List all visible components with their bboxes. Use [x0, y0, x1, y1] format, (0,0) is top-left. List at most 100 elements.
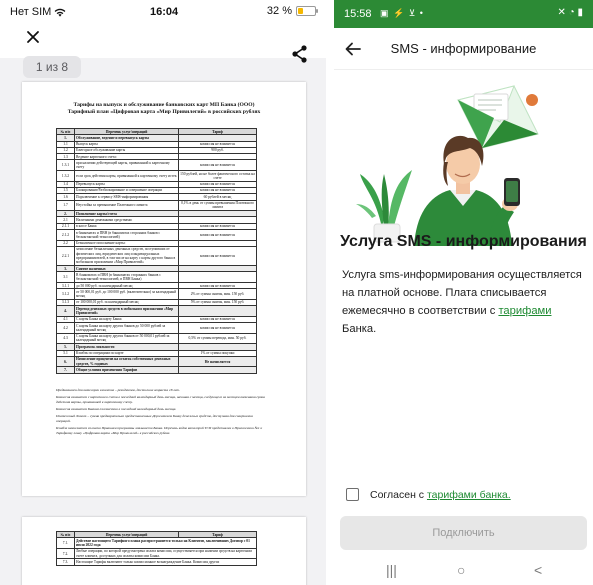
document-title: Тарифы на выпуск и обслуживание банковск…	[22, 102, 306, 116]
row-service-cell: если срок действия карты, привязанной к …	[74, 170, 179, 182]
android-navigation-bar: ||| ○ <	[334, 557, 593, 585]
carrier-label: Нет SIM	[10, 6, 52, 18]
row-service-cell: при наличии действующей карты, привязанн…	[74, 159, 179, 172]
table-section-row: 7. Общие условия применения Тарифов	[56, 366, 257, 374]
table-row: 1.3.2 если срок действия карты, привязанн…	[56, 170, 257, 182]
footnote: Кэшбэк начисляется согласно Правилам про…	[56, 426, 263, 435]
consent-row: Согласен с тарифами банка.	[346, 488, 511, 501]
row-number-cell: 2.1.2	[56, 229, 75, 241]
table-row: 7.3. Настоящие Тарифы включают только ком…	[56, 558, 257, 566]
row-service-cell: С карты Банка на карту других банков до …	[74, 322, 179, 334]
battery-fill	[298, 8, 304, 14]
table-row: 1.3.1 при наличии действующей карты, прив…	[56, 159, 257, 172]
table-row: 7.2. Любые операции, по которой предусмот…	[56, 547, 257, 560]
consent-label: Согласен с тарифами банка.	[370, 489, 511, 501]
row-number-cell: 6.	[56, 355, 75, 368]
row-tariff-cell: Не начисляется	[178, 355, 257, 368]
consent-prefix: Согласен с	[370, 488, 427, 501]
row-tariff-cell: 150 рублей, но не более фактического ост…	[178, 170, 257, 182]
row-number-cell: 4.3	[56, 332, 75, 345]
pdf-page-1[interactable]: Тарифы на выпуск и обслуживание банковск…	[22, 82, 306, 496]
row-service-cell: Неустойка за превышение Платежного лимит…	[74, 199, 179, 212]
row-number-cell: 1.7	[56, 199, 75, 212]
row-number-cell: 7.1.	[56, 537, 75, 549]
bank-tariffs-link[interactable]: тарифами банка.	[427, 489, 511, 501]
screen-title: SMS - информирование	[390, 41, 537, 56]
row-number-cell: 4.	[56, 305, 75, 317]
row-service-cell: Любые операции, по которой предусмотрена…	[74, 547, 257, 560]
table-row: 1.7 Неустойка за превышение Платежного ли…	[56, 199, 257, 212]
row-tariff-cell: комиссия не взимается	[178, 229, 257, 241]
row-service-cell: С карты Банка на карту других банков от …	[74, 332, 179, 345]
row-service-cell: Начисление процентов на остаток собствен…	[74, 355, 179, 368]
pdf-page-2[interactable]: № п/п Перечень услуг/операций Тариф 7.1.…	[22, 517, 306, 585]
consent-checkbox[interactable]	[346, 488, 359, 501]
row-number-cell: 2.2.1	[56, 245, 75, 267]
share-icon[interactable]	[290, 44, 310, 64]
row-number-cell: 1.3.1	[56, 159, 75, 172]
table-section-row: 4. Перевод денежных средств в мобильном п…	[56, 305, 257, 317]
footnotes: Предназначен для категории клиентов – ре…	[56, 388, 266, 435]
row-tariff-cell	[178, 366, 257, 374]
wifi-icon	[54, 8, 66, 17]
footnote: Платежный Лимит – сумма предварительно п…	[56, 414, 253, 423]
close-icon[interactable]	[24, 28, 42, 46]
document-title-line1: Тарифы на выпуск и обслуживание банковск…	[73, 102, 255, 108]
row-service-cell: Общие условия применения Тарифов	[74, 366, 179, 374]
document-title-line2: Тарифный план «Цифровая карта «Мир Приви…	[67, 109, 261, 115]
app-bar: SMS - информирование	[334, 28, 593, 70]
row-service-cell: В банкоматах и ПВН (в банкоматах сторонн…	[74, 271, 179, 283]
row-service-cell: в банкоматах и ПВН (в банкоматах сторонн…	[74, 229, 179, 241]
footnote: Комиссия взимается с карточного счета в …	[56, 395, 265, 404]
tariffs-link[interactable]: тарифами	[498, 305, 551, 317]
page-counter: 1 из 8	[23, 56, 81, 78]
row-tariff-cell: комиссия не взимается	[178, 159, 257, 172]
table-section-row: 6. Начисление процентов на остаток собств…	[56, 355, 257, 368]
person-with-phone-and-envelope-illustration	[356, 85, 539, 246]
row-service-cell: Перевод денежных средств в мобильном при…	[74, 305, 179, 317]
table-row: 7.1. Действие настоящего Тарифного плана …	[56, 537, 257, 549]
notification-icons: ▣ ⚡ ⊻ •	[380, 8, 424, 18]
row-number-cell: 7.2.	[56, 547, 75, 560]
row-tariff-cell	[178, 305, 257, 317]
system-status-icons: ✕ ◔ ▮	[557, 7, 583, 18]
row-service-cell: от 50 000,01 руб. до 100 000 руб. (включ…	[74, 288, 179, 300]
row-tariff-cell: 0,5% от суммы перевода, мин. 50 руб.	[178, 332, 257, 345]
footnote: Комиссия взимается Банком ежемесячно в п…	[56, 406, 177, 411]
row-tariff-cell	[178, 271, 257, 283]
table-row: 3.1 В банкоматах и ПВН (в банкоматах стор…	[56, 271, 257, 283]
home-icon[interactable]: ○	[457, 562, 465, 578]
table-row: 2.2.1 зачисление безналичных денежных сре…	[56, 245, 257, 267]
row-tariff-cell: комиссия не взимается	[178, 245, 257, 267]
row-number-cell: 7.3.	[56, 558, 75, 566]
carrier-info: Нет SIM	[10, 6, 66, 18]
row-number-cell: 3.1.2	[56, 288, 75, 300]
service-title: Услуга SMS - информирования	[340, 233, 587, 250]
row-tariff-cell: комиссия не взимается	[178, 322, 257, 334]
row-service-cell: Действие настоящего Тарифного плана расп…	[74, 537, 257, 549]
table-row: 4.3 С карты Банка на карту других банков …	[56, 332, 257, 345]
pdf-toolbar	[0, 24, 326, 63]
battery-indicator: 32 %	[266, 5, 318, 17]
description-text-end: Банка.	[342, 323, 377, 335]
recent-apps-icon[interactable]: |||	[386, 562, 397, 578]
row-number-cell: 7.	[56, 366, 75, 374]
service-description: Услуга sms-информирования осуществляется…	[342, 266, 587, 338]
row-number-cell: 4.2	[56, 322, 75, 334]
battery-percent: 32 %	[266, 5, 292, 17]
ios-clock: 16:04	[150, 6, 179, 18]
row-number-cell: 3.1	[56, 271, 75, 283]
table-row: 4.2 С карты Банка на карту других банков …	[56, 322, 257, 334]
back-nav-icon[interactable]: <	[534, 562, 542, 578]
android-status-bar: 15:58 ▣ ⚡ ⊻ • ✕ ◔ ▮	[334, 0, 593, 28]
pdf-viewer-screen: Нет SIM 16:04 32 % 1 из 8 Тарифы на выпу…	[0, 0, 326, 585]
battery-icon	[296, 6, 318, 16]
row-service-cell: зачисление безналичных денежных средств,…	[74, 245, 179, 267]
ios-status-bar: Нет SIM 16:04 32 %	[0, 0, 326, 24]
connect-button[interactable]: Подключить	[340, 516, 587, 550]
sms-informing-screen: 15:58 ▣ ⚡ ⊻ • ✕ ◔ ▮ SMS - информирование	[334, 0, 593, 585]
row-number-cell: 1.3.2	[56, 170, 75, 182]
row-tariff-cell: 2% от суммы снятия, мин. 150 руб.	[178, 288, 257, 300]
row-tariff-cell: 0,1% в день от суммы превышения Платежно…	[178, 199, 257, 212]
tariff-table-page2: № п/п Перечень услуг/операций Тариф 7.1.…	[56, 530, 257, 566]
